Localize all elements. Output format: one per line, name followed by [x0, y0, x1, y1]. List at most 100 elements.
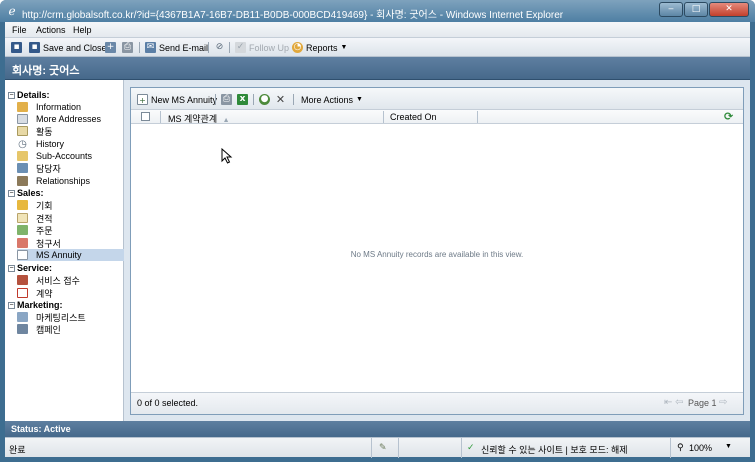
status-divider — [398, 438, 399, 458]
column-header-contract[interactable]: MS 계약관계 ▲ — [168, 112, 230, 125]
sidebar-item-sub-accounts[interactable]: Sub-Accounts — [17, 150, 124, 162]
order-icon — [17, 225, 28, 235]
form-toolbar: ▪ ▪ Save and Close + ⎙ ✉ Send E-mail ⊘ ✓… — [5, 38, 750, 57]
new-ms-annuity-button[interactable]: + New MS Annuity — [137, 93, 217, 106]
follow-up-label: Follow Up — [249, 42, 290, 53]
column-header-created-on[interactable]: Created On — [390, 112, 437, 122]
trusted-sites-check-icon: ✓ — [467, 443, 475, 453]
send-email-button[interactable]: ✉ Send E-mail — [145, 41, 208, 54]
close-button[interactable]: ✕ — [709, 2, 749, 17]
activities-icon — [17, 126, 28, 136]
sidebar-item-activities[interactable]: 활동 — [17, 125, 124, 137]
refresh-icon[interactable]: ⟳ — [724, 110, 733, 123]
sidebar-item-relationships[interactable]: Relationships — [17, 175, 124, 187]
excel-icon: x — [237, 94, 248, 105]
nav-section-marketing[interactable]: − Marketing: — [8, 300, 63, 310]
nav-section-sales[interactable]: − Sales: — [8, 188, 44, 198]
sidebar-item-opportunity[interactable]: 기회 — [17, 199, 124, 211]
sidebar-item-contract[interactable]: 계약 — [17, 287, 124, 299]
sidebar-item-label: 기회 — [36, 200, 53, 211]
sidebar-item-service-case[interactable]: 서비스 접수 — [17, 274, 124, 286]
sidebar-item-more-addresses[interactable]: More Addresses — [17, 113, 124, 125]
delete-button[interactable]: ✕ — [275, 93, 289, 106]
nav-section-details[interactable]: − Details: — [8, 90, 50, 100]
status-text: 완료 — [9, 445, 26, 455]
sidebar-item-label: 캠페인 — [36, 324, 61, 335]
sidebar-item-label: 청구서 — [36, 238, 61, 249]
sort-ascending-icon: ▲ — [222, 117, 230, 124]
zoom-level[interactable]: 100% — [689, 443, 712, 453]
assign-button[interactable]: ● — [259, 93, 273, 106]
addresses-icon — [17, 114, 28, 124]
toolbar-divider — [139, 42, 140, 53]
security-zone[interactable]: 신뢰할 수 있는 사이트 | 보호 모드: 해제 — [481, 443, 628, 456]
sidebar-item-history[interactable]: ◷ History — [17, 138, 124, 150]
next-page-icon[interactable]: ⇨ — [719, 397, 727, 408]
chevron-down-icon: ▼ — [356, 96, 363, 103]
export-excel-button[interactable]: x — [237, 93, 251, 106]
zoom-icon: ⚲ — [677, 443, 684, 453]
save-new-button[interactable]: + — [105, 41, 119, 54]
chevron-down-icon[interactable]: ▼ — [725, 443, 732, 450]
reports-icon: ◔ — [292, 42, 303, 53]
sidebar-item-quote[interactable]: 견적 — [17, 212, 124, 224]
sidebar-item-contacts[interactable]: 담당자 — [17, 162, 124, 174]
assign-icon: ● — [259, 94, 270, 105]
toolbar-divider — [215, 94, 216, 105]
print-button[interactable]: ⎙ — [122, 41, 136, 54]
print-grid-button[interactable]: ⎙ — [221, 93, 235, 106]
sidebar-item-ms-annuity[interactable]: MS Annuity — [17, 249, 124, 261]
column-header-label: MS 계약관계 — [168, 114, 218, 124]
sub-accounts-icon — [17, 151, 28, 161]
sidebar-item-information[interactable]: Information — [17, 101, 124, 113]
menu-actions[interactable]: Actions — [36, 25, 66, 35]
more-actions-button[interactable]: More Actions ▼ — [301, 93, 363, 106]
paperclip-icon: ⊘ — [215, 42, 224, 52]
print-icon: ⎙ — [122, 42, 133, 53]
mouse-cursor-icon — [221, 148, 233, 164]
nav-section-label: Marketing: — [17, 300, 63, 310]
toolbar-divider — [293, 94, 294, 105]
grid-column-header: MS 계약관계 ▲ Created On ⟳ — [131, 110, 743, 124]
sidebar-item-order[interactable]: 주문 — [17, 224, 124, 236]
save-new-icon: + — [105, 42, 116, 53]
menu-bar: File Actions Help — [5, 22, 750, 38]
save-and-close-button[interactable]: ▪ Save and Close — [29, 41, 107, 54]
collapse-icon: − — [8, 264, 15, 272]
follow-up-button[interactable]: ✓ Follow Up — [235, 41, 289, 54]
nav-section-label: Sales: — [17, 188, 44, 198]
first-page-icon[interactable]: ⇤ — [664, 397, 672, 408]
reports-button[interactable]: ◔ Reports ▼ — [292, 41, 347, 54]
maximize-button[interactable]: □ — [684, 2, 708, 17]
save-button[interactable]: ▪ — [11, 41, 25, 54]
sidebar-item-label: History — [36, 139, 65, 149]
menu-help[interactable]: Help — [73, 25, 92, 35]
sidebar-item-label: Sub-Accounts — [36, 151, 93, 161]
sidebar-item-label: 활동 — [36, 126, 53, 137]
sidebar-item-marketing-list[interactable]: 마케팅리스트 — [17, 311, 124, 323]
nav-section-service[interactable]: − Service: — [8, 263, 52, 273]
menu-file[interactable]: File — [12, 25, 27, 35]
sidebar-item-invoice[interactable]: 청구서 — [17, 237, 124, 249]
save-icon: ▪ — [11, 42, 22, 53]
new-record-icon: + — [137, 94, 148, 105]
collapse-icon: − — [8, 189, 15, 197]
previous-page-icon[interactable]: ⇦ — [675, 397, 683, 408]
sidebar-item-label: 주문 — [36, 225, 53, 236]
select-all-checkbox[interactable] — [141, 112, 150, 121]
sidebar-item-label: MS Annuity — [36, 250, 82, 260]
reports-label: Reports — [306, 42, 338, 53]
minimize-button[interactable]: ‒ — [659, 2, 683, 17]
sidebar-item-campaign[interactable]: 캠페인 — [17, 323, 124, 335]
sidebar-item-label: 담당자 — [36, 163, 61, 174]
record-status: Status: Active — [11, 424, 71, 434]
attach-button[interactable]: ⊘ — [214, 41, 228, 54]
more-actions-label: More Actions — [301, 94, 354, 105]
contract-icon — [17, 288, 28, 298]
delete-icon: ✕ — [275, 93, 286, 106]
column-divider — [477, 111, 478, 123]
information-icon — [17, 102, 28, 112]
form-body: − Details: Information More Addresses 활동… — [5, 80, 750, 421]
status-divider — [670, 438, 671, 458]
empty-grid-message: No MS Annuity records are available in t… — [350, 250, 524, 259]
